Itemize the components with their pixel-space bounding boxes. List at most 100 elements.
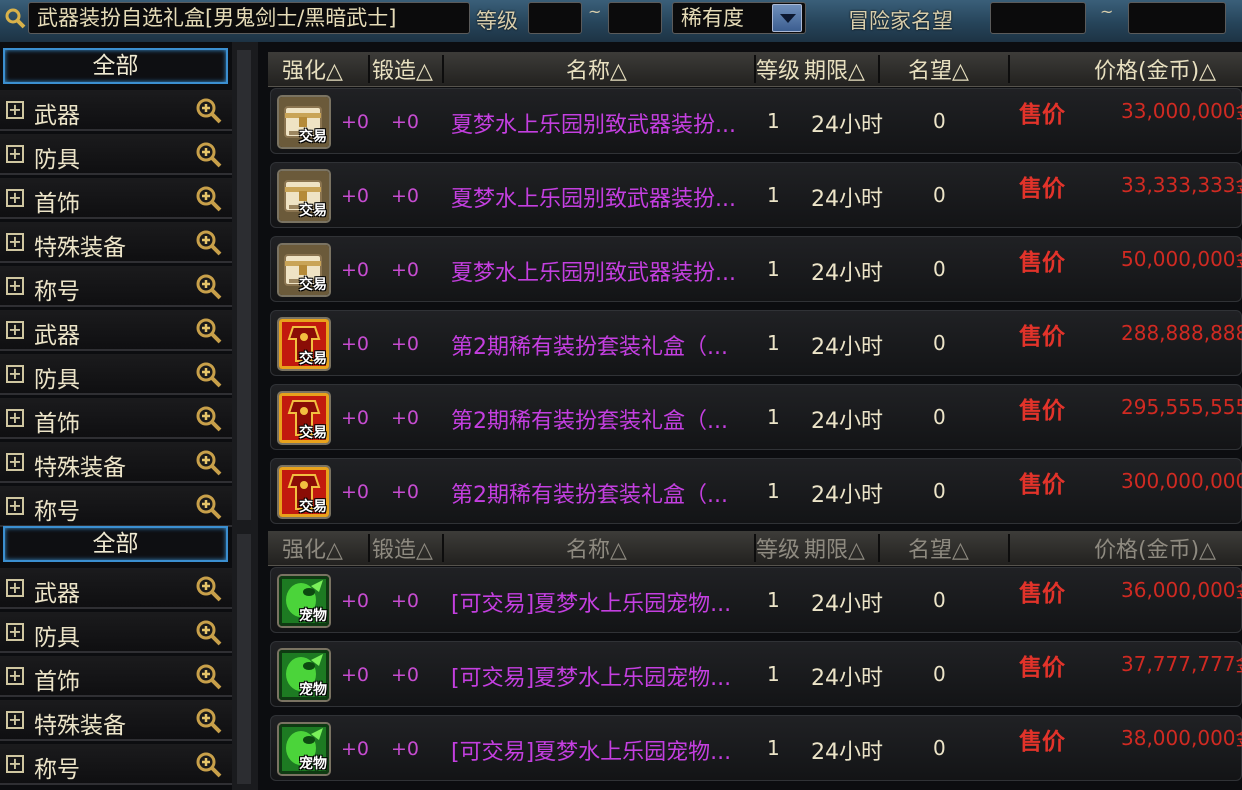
category-item[interactable]: + 武器	[0, 568, 232, 609]
expand-icon[interactable]: +	[6, 101, 24, 119]
sort-duration[interactable]: 期限△	[804, 53, 865, 85]
scroll-thumb[interactable]	[237, 534, 251, 784]
zoom-icon[interactable]	[195, 273, 223, 301]
chest-icon[interactable]: 交易	[277, 95, 331, 149]
listing-row[interactable]: 宠物 +0 +0 [可交易]夏梦水上乐园宠物... 1 24小时 0 售价 38,000,000…	[270, 715, 1242, 781]
item-name-input[interactable]: 武器装扮自选礼盒[男鬼剑士/黑暗武士]	[28, 2, 470, 34]
item-name: 夏梦水上乐园别致武器装扮...	[451, 187, 736, 212]
reputation-max-input[interactable]	[1128, 2, 1226, 34]
listing-row[interactable]: 宠物 +0 +0 [可交易]夏梦水上乐园宠物... 1 24小时 0 售价 37,777,777…	[270, 641, 1242, 707]
expand-icon[interactable]: +	[6, 409, 24, 427]
item-price: 38,000,000金	[1121, 726, 1242, 750]
category-item[interactable]: + 防具	[0, 612, 232, 653]
costume-box-icon[interactable]: 交易	[277, 391, 331, 445]
category-scrollbar[interactable]	[232, 42, 258, 790]
sort-price[interactable]: 价格(金币)△	[1094, 532, 1216, 564]
zoom-icon[interactable]	[195, 229, 223, 257]
pet-icon[interactable]: 宠物	[277, 722, 331, 776]
sort-enhance[interactable]: 强化△	[282, 532, 343, 564]
zoom-icon[interactable]	[195, 97, 223, 125]
expand-icon[interactable]: +	[6, 453, 24, 471]
zoom-icon[interactable]	[195, 663, 223, 691]
category-item[interactable]: + 称号	[0, 744, 232, 785]
sort-reputation[interactable]: 名望△	[908, 53, 969, 85]
sort-name[interactable]: 名称△	[566, 532, 627, 564]
item-level: 1	[767, 479, 780, 503]
listing-row[interactable]: 交易 +0 +0 夏梦水上乐园别致武器装扮... 1 24小时 0 售价 33,000,000金	[270, 88, 1242, 154]
zoom-icon[interactable]	[195, 141, 223, 169]
listing-row[interactable]: 交易 +0 +0 第2期稀有装扮套装礼盒（... 1 24小时 0 售价 295,555,555…	[270, 384, 1242, 450]
category-item[interactable]: + 武器	[0, 90, 232, 131]
forge-value: +0	[391, 259, 420, 281]
expand-icon[interactable]: +	[6, 277, 24, 295]
category-item[interactable]: + 武器	[0, 310, 232, 351]
listing-row[interactable]: 交易 +0 +0 夏梦水上乐园别致武器装扮... 1 24小时 0 售价 33,333,333金	[270, 162, 1242, 228]
expand-icon[interactable]: +	[6, 365, 24, 383]
sort-forge[interactable]: 锻造△	[372, 532, 433, 564]
expand-icon[interactable]: +	[6, 145, 24, 163]
zoom-icon[interactable]	[195, 619, 223, 647]
expand-icon[interactable]: +	[6, 623, 24, 641]
zoom-icon[interactable]	[195, 449, 223, 477]
category-item[interactable]: + 首饰	[0, 398, 232, 439]
zoom-icon[interactable]	[195, 575, 223, 603]
chest-icon[interactable]: 交易	[277, 169, 331, 223]
zoom-icon[interactable]	[195, 405, 223, 433]
category-item[interactable]: + 称号	[0, 266, 232, 307]
sort-duration[interactable]: 期限△	[804, 532, 865, 564]
category-item[interactable]: + 防具	[0, 134, 232, 175]
sort-name[interactable]: 名称△	[566, 53, 627, 85]
expand-icon[interactable]: +	[6, 711, 24, 729]
zoom-icon[interactable]	[195, 751, 223, 779]
sale-label: 售价	[1019, 581, 1065, 607]
scroll-thumb[interactable]	[237, 50, 251, 520]
zoom-icon[interactable]	[195, 185, 223, 213]
listing-row[interactable]: 交易 +0 +0 第2期稀有装扮套装礼盒（... 1 24小时 0 售价 300,000,000…	[270, 458, 1242, 524]
search-icon[interactable]	[4, 7, 26, 29]
enhance-value: +0	[341, 185, 370, 207]
category-item[interactable]: + 首饰	[0, 178, 232, 219]
expand-icon[interactable]: +	[6, 667, 24, 685]
costume-box-icon[interactable]: 交易	[277, 317, 331, 371]
category-all-tab[interactable]: 全部	[3, 526, 228, 562]
listing-row[interactable]: 交易 +0 +0 第2期稀有装扮套装礼盒（... 1 24小时 0 售价 288,888,888…	[270, 310, 1242, 376]
zoom-icon[interactable]	[195, 317, 223, 345]
expand-icon[interactable]: +	[6, 579, 24, 597]
costume-box-icon[interactable]: 交易	[277, 465, 331, 519]
item-name: 第2期稀有装扮套装礼盒（...	[451, 409, 728, 434]
sort-forge[interactable]: 锻造△	[372, 53, 433, 85]
item-duration: 24小时	[811, 261, 883, 286]
sort-enhance[interactable]: 强化△	[282, 53, 343, 85]
sale-label: 售价	[1019, 324, 1065, 350]
chest-icon[interactable]: 交易	[277, 243, 331, 297]
category-item[interactable]: + 特殊装备	[0, 442, 232, 483]
chevron-down-icon[interactable]	[772, 4, 802, 32]
expand-icon[interactable]: +	[6, 755, 24, 773]
level-min-input[interactable]	[528, 2, 582, 34]
zoom-icon[interactable]	[195, 361, 223, 389]
reputation-min-input[interactable]	[990, 2, 1086, 34]
category-all-tab[interactable]: 全部	[3, 48, 228, 84]
category-item[interactable]: + 称号	[0, 486, 232, 527]
item-tag: 宠物	[299, 756, 327, 772]
category-item[interactable]: + 特殊装备	[0, 700, 232, 741]
pet-icon[interactable]: 宠物	[277, 648, 331, 702]
listing-row[interactable]: 交易 +0 +0 夏梦水上乐园别致武器装扮... 1 24小时 0 售价 50,000,000金	[270, 236, 1242, 302]
level-max-input[interactable]	[608, 2, 662, 34]
pet-icon[interactable]: 宠物	[277, 574, 331, 628]
sort-reputation[interactable]: 名望△	[908, 532, 969, 564]
sort-price[interactable]: 价格(金币)△	[1094, 53, 1216, 85]
table-header: 强化△ 锻造△ 名称△ 等级 期限△ 名望△ 价格(金币)△	[268, 52, 1242, 87]
zoom-icon[interactable]	[195, 707, 223, 735]
item-name: [可交易]夏梦水上乐园宠物...	[451, 740, 732, 765]
enhance-value: +0	[341, 664, 370, 686]
expand-icon[interactable]: +	[6, 321, 24, 339]
expand-icon[interactable]: +	[6, 189, 24, 207]
category-item[interactable]: + 防具	[0, 354, 232, 395]
expand-icon[interactable]: +	[6, 497, 24, 515]
expand-icon[interactable]: +	[6, 233, 24, 251]
category-item[interactable]: + 特殊装备	[0, 222, 232, 263]
category-item[interactable]: + 首饰	[0, 656, 232, 697]
listing-row[interactable]: 宠物 +0 +0 [可交易]夏梦水上乐园宠物... 1 24小时 0 售价 36,000,000…	[270, 567, 1242, 633]
zoom-icon[interactable]	[195, 493, 223, 521]
